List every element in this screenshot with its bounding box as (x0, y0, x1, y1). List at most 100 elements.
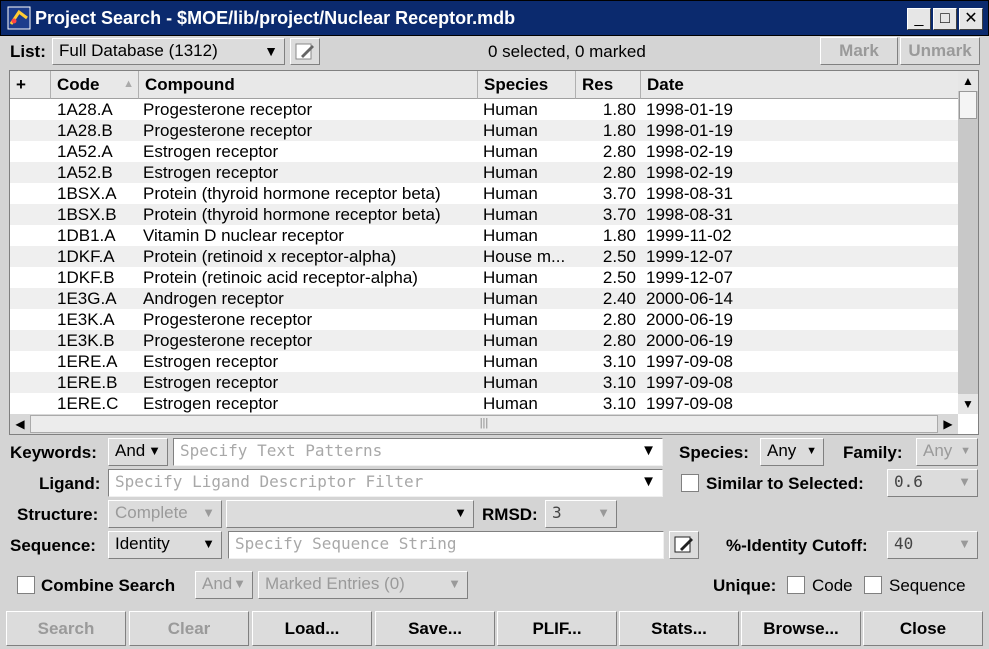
cell-code: 1E3K.A (57, 310, 115, 329)
cell-code: 1A52.B (57, 163, 113, 182)
unique-sequence-checkbox[interactable] (864, 576, 882, 594)
family-select[interactable]: Any ▼ (916, 438, 978, 466)
sequence-mode-select[interactable]: Identity ▼ (108, 531, 222, 559)
chevron-down-icon: ▼ (233, 576, 246, 591)
table-row[interactable]: 1ERE.B Estrogen receptor Human 3.10 1997-09-… (10, 372, 958, 393)
table-row[interactable]: 1E3G.A Androgen receptor Human 2.40 2000-06-… (10, 288, 958, 309)
chevron-down-icon: ▼ (597, 505, 610, 520)
table-row[interactable]: 1E3K.B Progesterone receptor Human 2.80 2000… (10, 330, 958, 351)
structure-value: Complete (115, 503, 188, 522)
table-row[interactable]: 1DB1.A Vitamin D nuclear receptor Human 1.8… (10, 225, 958, 246)
sequence-input[interactable]: Specify Sequence String (228, 531, 664, 559)
scroll-right-icon[interactable]: ▶ (938, 414, 958, 434)
combine-checkbox[interactable] (17, 576, 35, 594)
structure-target-select[interactable]: ▼ (226, 500, 474, 528)
cell-code: 1A28.A (57, 100, 113, 119)
table-row[interactable]: 1A28.B Progesterone receptor Human 1.80 1998… (10, 120, 958, 141)
horizontal-scrollbar[interactable]: ◀ ||| ▶ (10, 414, 958, 434)
cell-date: 1998-08-31 (646, 184, 733, 203)
family-value: Any (923, 441, 953, 460)
maximize-button[interactable]: □ (933, 8, 957, 30)
table-row[interactable]: 1DKF.B Protein (retinoic acid receptor-al… (10, 267, 958, 288)
plif-button[interactable]: PLIF... (497, 611, 617, 646)
cell-res: 3.10 (602, 352, 636, 371)
combine-op-value: And (202, 574, 233, 593)
edit-list-button[interactable] (290, 38, 320, 65)
list-select-value: Full Database (1312) (59, 41, 218, 60)
chevron-down-icon: ▼ (641, 442, 656, 459)
species-select[interactable]: Any ▼ (760, 438, 824, 466)
mark-button[interactable]: Mark (820, 37, 898, 65)
similar-checkbox[interactable] (681, 474, 699, 492)
close-window-button[interactable]: ✕ (959, 8, 983, 30)
unmark-button[interactable]: Unmark (900, 37, 980, 65)
identity-cutoff-select[interactable]: 40 ▼ (887, 531, 978, 559)
minimize-button[interactable]: _ (907, 8, 931, 30)
results-table[interactable]: + Code ▲ Compound Species Res Date 1A28.… (9, 70, 979, 435)
search-button[interactable]: Search (6, 611, 126, 646)
table-row[interactable]: 1A52.B Estrogen receptor Human 2.80 1998-02-… (10, 162, 958, 183)
table-row[interactable]: 1ERE.A Estrogen receptor Human 3.10 1997-09-… (10, 351, 958, 372)
keywords-op-select[interactable]: And ▼ (108, 438, 168, 466)
chevron-down-icon: ▼ (958, 474, 971, 489)
cell-res: 1.80 (602, 100, 636, 119)
cell-species: Human (483, 373, 538, 392)
rmsd-select[interactable]: 3 ▼ (545, 500, 617, 528)
col-header-res[interactable]: Res (576, 71, 641, 99)
cell-compound: Estrogen receptor (143, 163, 279, 182)
cell-code: 1ERE.A (57, 352, 118, 371)
cell-species: Human (483, 331, 538, 350)
structure-select[interactable]: Complete ▼ (108, 500, 222, 528)
table-row[interactable]: 1A52.A Estrogen receptor Human 2.80 1998-02-… (10, 141, 958, 162)
cell-species: Human (483, 142, 538, 161)
list-select[interactable]: Full Database (1312) ▼ (52, 38, 285, 65)
table-row[interactable]: 1BSX.B Protein (thyroid hormone receptor … (10, 204, 958, 225)
scroll-up-icon[interactable]: ▲ (958, 71, 978, 91)
col-header-compound[interactable]: Compound (139, 71, 478, 99)
cell-date: 1999-11-02 (646, 226, 732, 245)
table-row[interactable]: 1ERE.C Estrogen receptor Human 3.10 1997-09-… (10, 393, 958, 414)
cell-res: 1.80 (602, 121, 636, 140)
col-header-code[interactable]: Code ▲ (51, 71, 139, 99)
clear-button[interactable]: Clear (129, 611, 249, 646)
keywords-input[interactable]: Specify Text Patterns ▼ (173, 438, 663, 466)
table-row[interactable]: 1BSX.A Protein (thyroid hormone receptor … (10, 183, 958, 204)
table-row[interactable]: 1E3K.A Progesterone receptor Human 2.80 2000… (10, 309, 958, 330)
table-row[interactable]: 1DKF.A Protein (retinoid x receptor-alpha… (10, 246, 958, 267)
col-header-date[interactable]: Date (641, 71, 958, 99)
cell-date: 1997-09-08 (646, 352, 733, 371)
table-row[interactable]: 1A28.A Progesterone receptor Human 1.80 1998… (10, 99, 958, 120)
chevron-down-icon: ▼ (202, 536, 215, 551)
unique-code-checkbox[interactable] (787, 576, 805, 594)
cell-species: Human (483, 289, 538, 308)
cell-date: 1997-09-08 (646, 373, 733, 392)
edit-sequence-button[interactable] (669, 531, 699, 559)
col-header-species[interactable]: Species (478, 71, 576, 99)
close-button[interactable]: Close (863, 611, 983, 646)
species-value: Any (767, 441, 797, 460)
chevron-down-icon: ▼ (202, 505, 215, 520)
cell-code: 1A28.B (57, 121, 113, 140)
stats-button[interactable]: Stats... (619, 611, 739, 646)
cell-res: 2.80 (602, 310, 636, 329)
chevron-down-icon: ▼ (264, 43, 278, 59)
ligand-input[interactable]: Specify Ligand Descriptor Filter ▼ (108, 469, 663, 497)
browse-button[interactable]: Browse... (741, 611, 861, 646)
identity-cutoff-value: 40 (894, 534, 914, 553)
similar-threshold-select[interactable]: 0.6 ▼ (887, 469, 978, 497)
horizontal-scroll-thumb[interactable]: ||| (30, 415, 938, 433)
vertical-scrollbar[interactable]: ▲ ▼ (958, 71, 978, 414)
load-button[interactable]: Load... (252, 611, 372, 646)
scroll-left-icon[interactable]: ◀ (10, 414, 30, 434)
vertical-scroll-thumb[interactable] (959, 91, 977, 119)
cell-date: 1998-01-19 (646, 100, 733, 119)
cell-species: Human (483, 310, 538, 329)
combine-op-select[interactable]: And ▼ (195, 571, 253, 599)
save-button[interactable]: Save... (375, 611, 495, 646)
similar-threshold-value: 0.6 (894, 472, 923, 491)
scroll-down-icon[interactable]: ▼ (958, 394, 978, 414)
combine-target-select[interactable]: Marked Entries (0) ▼ (258, 571, 468, 599)
cell-date: 1999-12-07 (646, 268, 733, 287)
col-header-plus[interactable]: + (10, 71, 51, 99)
cell-compound: Estrogen receptor (143, 373, 279, 392)
